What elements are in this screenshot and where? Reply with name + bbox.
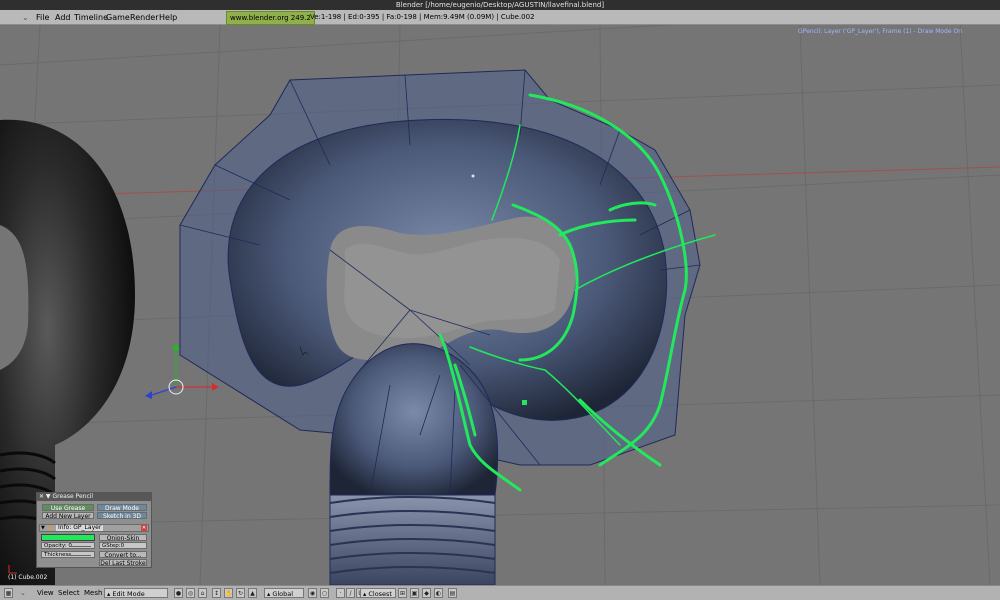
gstep-field[interactable]: GStep:0 (99, 542, 147, 549)
snap-target-icon[interactable]: ⊞ (398, 588, 407, 598)
cursor-pivot-icon[interactable]: ⌂ (198, 588, 207, 598)
sculpt-icon[interactable]: ◐ (434, 588, 443, 598)
layer-lock-icon[interactable] (48, 526, 53, 530)
snap-mode-value: Closest (368, 590, 392, 598)
menu-select[interactable]: Select (58, 586, 80, 600)
mode-select-value: Edit Mode (112, 590, 145, 598)
menu-timeline[interactable]: Timeline (74, 10, 108, 25)
vertex-select-icon[interactable]: · (336, 588, 345, 598)
grease-pencil-panel: ✕ ▼ Grease Pencil Use Grease Pencil Draw… (36, 492, 152, 568)
menu-render[interactable]: Render (130, 10, 158, 25)
thickness-slider[interactable]: Thickness (41, 551, 95, 558)
render-icon[interactable]: ▤ (448, 588, 457, 598)
convert-to-button[interactable]: Convert to... (99, 551, 147, 559)
mode-select[interactable]: ▴ Edit Mode (104, 588, 168, 598)
header-toggle-icon[interactable]: ⌄ (20, 586, 26, 600)
edge-select-icon[interactable]: / (346, 588, 355, 598)
thickness-bar (67, 555, 91, 556)
scene-stats: Ve:1-198 | Ed:0-395 | Fa:0-198 | Mem:9.4… (310, 13, 535, 21)
window-title: Blender [/home/eugenio/Desktop/AGUSTIN/l… (0, 0, 1000, 10)
layer-icon[interactable]: ◉ (308, 588, 317, 598)
editor-type-icon[interactable]: ▦ (4, 588, 13, 598)
orientation-select[interactable]: ▴ Global (264, 588, 304, 598)
draw-mode-toggle[interactable]: Draw Mode (97, 504, 147, 512)
gstep-label: GStep:0 (102, 543, 125, 549)
gp-layer-row[interactable]: ▼ Info: GP_Layer ✕ (39, 524, 149, 532)
grease-pencil-panel-header[interactable]: ✕ ▼ Grease Pencil (37, 493, 151, 501)
gpencil-status: GPencil: Layer ('GP_Layer'), Frame (1) -… (798, 28, 962, 35)
3d-viewport[interactable]: GPencil: Layer ('GP_Layer'), Frame (1) -… (0, 25, 1000, 585)
snap-mode-select[interactable]: ▴ Closest (360, 588, 396, 598)
object-origin (471, 174, 475, 178)
opacity-slider[interactable]: Opacity: 0 (41, 542, 95, 549)
collapse-arrow-icon[interactable]: ▼ (41, 525, 47, 531)
menu-add[interactable]: Add (55, 10, 71, 25)
panel-title: Grease Pencil (52, 493, 94, 500)
stroke-color-swatch[interactable] (41, 534, 95, 541)
occlude-icon[interactable]: ◆ (422, 588, 431, 598)
top-menu-bar: ⌄ File Add Timeline Game Render Help www… (0, 10, 1000, 25)
face-select-icon[interactable]: ▣ (410, 588, 419, 598)
pivot-icon[interactable]: ◎ (186, 588, 195, 598)
translate-manipulator-icon[interactable]: ↕ (212, 588, 221, 598)
delete-last-stroke-button[interactable]: Del Last Stroke (99, 559, 147, 567)
3d-view-header: ▦ ⌄ View Select Mesh ▴ Edit Mode ● ◎ ⌂ ↕… (0, 585, 1000, 600)
hand-manipulator-icon[interactable]: ✋ (224, 588, 233, 598)
proportional-edit-icon[interactable]: ○ (320, 588, 329, 598)
opacity-bar (69, 546, 91, 547)
menu-file[interactable]: File (36, 10, 49, 25)
use-grease-pencil-toggle[interactable]: Use Grease Pencil (42, 504, 94, 519)
add-new-layer-button[interactable]: Add New Layer (42, 512, 94, 520)
onion-skin-toggle[interactable]: Onion-Skin (99, 534, 147, 542)
menu-view[interactable]: View (37, 586, 54, 600)
rotate-manipulator-icon[interactable]: ↻ (236, 588, 245, 598)
menu-help[interactable]: Help (159, 10, 177, 25)
draw-type-icon[interactable]: ● (174, 588, 183, 598)
blender-url-badge[interactable]: www.blender.org 249.2 (226, 11, 315, 25)
layer-name-field[interactable]: Info: GP_Layer (56, 525, 104, 531)
opacity-label: Opacity: 0 (44, 543, 72, 549)
delete-layer-icon[interactable]: ✕ (141, 525, 147, 531)
scale-manipulator-icon[interactable]: ▲ (248, 588, 257, 598)
menu-mesh[interactable]: Mesh (84, 586, 102, 600)
sketch-in-3d-toggle[interactable]: Sketch in 3D (97, 512, 147, 520)
menu-game[interactable]: Game (106, 10, 130, 25)
active-object-label: (1) Cube.002 (8, 574, 48, 581)
menu-toggle-icon[interactable]: ⌄ (22, 10, 29, 25)
selected-vertex (522, 400, 527, 405)
orientation-value: Global (272, 590, 294, 598)
